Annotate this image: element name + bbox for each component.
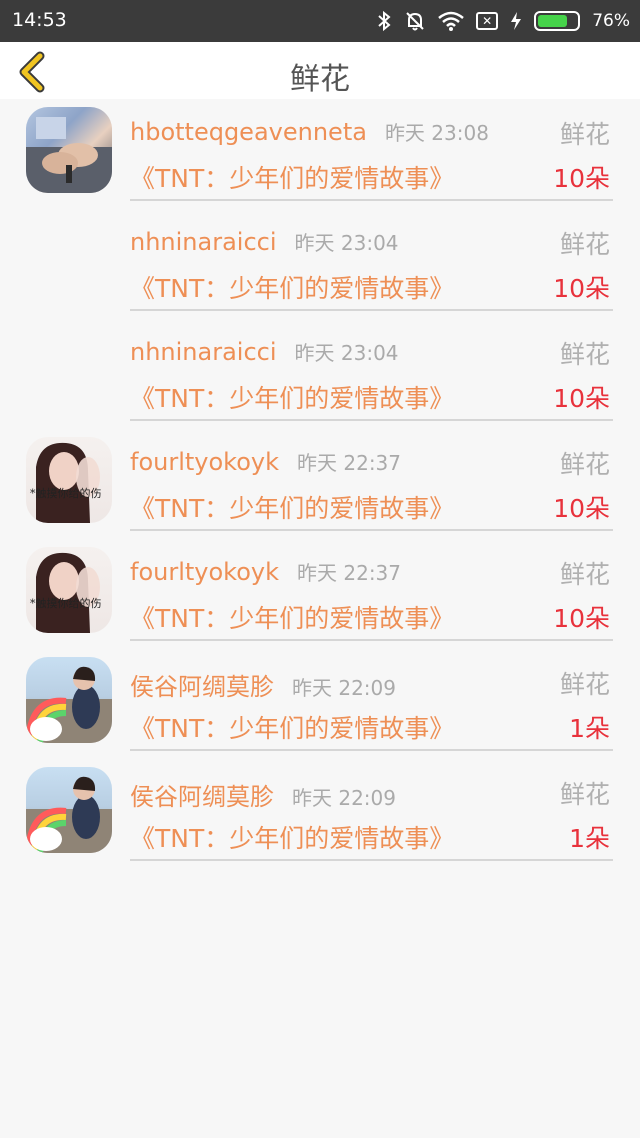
- rainbow-photo-image: [26, 666, 112, 743]
- divider: [130, 749, 613, 751]
- avatar-caption: *触摸你给的伤: [30, 487, 102, 500]
- send-time: 昨天 22:09: [292, 676, 396, 700]
- gift-count: 1朵: [569, 714, 610, 743]
- book-title[interactable]: 《TNT：少年们的爱情故事》: [130, 379, 454, 415]
- list-item[interactable]: nhninaraicci 昨天 23:04 鲜花 《TNT：少年们的爱情故事》 1…: [0, 209, 640, 319]
- sender-name[interactable]: fourltyokoyk 昨天 22:37: [130, 447, 401, 476]
- book-title[interactable]: 《TNT：少年们的爱情故事》: [130, 269, 454, 305]
- gift-type: 鲜花: [559, 780, 610, 809]
- sender-name-text[interactable]: nhninaraicci: [130, 338, 277, 366]
- send-time: 昨天 23:04: [294, 231, 399, 255]
- charging-icon: [510, 11, 522, 31]
- divider: [130, 529, 613, 531]
- gift-record-list: hbotteqgeavenneta 昨天 23:08 鲜花 《TNT：少年们的爱情…: [0, 99, 640, 869]
- send-time: 昨天 23:08: [384, 121, 489, 145]
- send-time: 昨天 22:09: [292, 786, 396, 810]
- gift-type: 鲜花: [559, 560, 610, 589]
- list-item[interactable]: nhninaraicci 昨天 23:04 鲜花 《TNT：少年们的爱情故事》 1…: [0, 319, 640, 429]
- book-title[interactable]: 《TNT：少年们的爱情故事》: [130, 819, 454, 855]
- send-time: 昨天 22:37: [297, 451, 402, 475]
- gift-count: 10朵: [553, 604, 610, 633]
- gift-count: 10朵: [553, 274, 610, 303]
- sim-icon: ✕: [476, 12, 499, 30]
- list-item[interactable]: 侯谷阿绸莫胗 昨天 22:09 鲜花 《TNT：少年们的爱情故事》 1朵: [0, 649, 640, 759]
- bluetooth-icon: [376, 10, 392, 32]
- send-time: 昨天 23:04: [294, 341, 399, 365]
- rainbow-photo-image: [26, 776, 112, 853]
- girl-photo-image: [36, 552, 100, 633]
- gift-type: 鲜花: [559, 340, 610, 369]
- gift-type: 鲜花: [559, 670, 610, 699]
- gift-count: 10朵: [553, 494, 610, 523]
- divider: [130, 309, 613, 311]
- sender-name-text[interactable]: 侯谷阿绸莫胗: [130, 783, 274, 811]
- sender-name-text[interactable]: fourltyokoyk: [130, 448, 279, 476]
- avatar[interactable]: *触摸你给的伤: [26, 547, 112, 633]
- gift-type: 鲜花: [559, 230, 610, 259]
- sender-name[interactable]: nhninaraicci 昨天 23:04: [130, 227, 399, 256]
- gift-type: 鲜花: [559, 120, 610, 149]
- battery-icon: [534, 11, 581, 31]
- app-header: 鲜花: [0, 42, 640, 99]
- battery-percent: 76%: [592, 11, 630, 31]
- avatar[interactable]: [26, 657, 112, 743]
- avatar[interactable]: [26, 107, 112, 193]
- divider: [130, 199, 613, 201]
- girl-photo-image: [36, 442, 100, 523]
- divider: [130, 859, 613, 861]
- list-item[interactable]: 侯谷阿绸莫胗 昨天 22:09 鲜花 《TNT：少年们的爱情故事》 1朵: [0, 759, 640, 869]
- avatar[interactable]: [26, 767, 112, 853]
- divider: [130, 419, 613, 421]
- gift-count: 1朵: [569, 824, 610, 853]
- gift-count: 10朵: [553, 384, 610, 413]
- book-title[interactable]: 《TNT：少年们的爱情故事》: [130, 489, 454, 525]
- list-item[interactable]: *触摸你给的伤 fourltyokoyk 昨天 22:37 鲜花 《TNT：少年们…: [0, 429, 640, 539]
- gift-count: 10朵: [553, 164, 610, 193]
- wifi-icon: [438, 11, 465, 31]
- hand-photo-image: [26, 117, 112, 193]
- list-item[interactable]: hbotteqgeavenneta 昨天 23:08 鲜花 《TNT：少年们的爱情…: [0, 99, 640, 209]
- mute-bell-icon: [404, 10, 426, 32]
- sender-name-text[interactable]: nhninaraicci: [130, 228, 277, 256]
- book-title[interactable]: 《TNT：少年们的爱情故事》: [130, 599, 454, 635]
- status-time: 14:53: [12, 9, 67, 31]
- gift-type: 鲜花: [559, 450, 610, 479]
- avatar[interactable]: *触摸你给的伤: [26, 437, 112, 523]
- sender-name-text[interactable]: fourltyokoyk: [130, 558, 279, 586]
- sender-name[interactable]: 侯谷阿绸莫胗 昨天 22:09: [130, 667, 396, 702]
- sender-name-text[interactable]: 侯谷阿绸莫胗: [130, 673, 274, 701]
- book-title[interactable]: 《TNT：少年们的爱情故事》: [130, 159, 454, 195]
- book-title[interactable]: 《TNT：少年们的爱情故事》: [130, 709, 454, 745]
- sender-name[interactable]: hbotteqgeavenneta 昨天 23:08: [130, 117, 489, 146]
- sender-name-text[interactable]: hbotteqgeavenneta: [130, 118, 367, 146]
- send-time: 昨天 22:37: [297, 561, 402, 585]
- sender-name[interactable]: nhninaraicci 昨天 23:04: [130, 337, 399, 366]
- page-title: 鲜花: [290, 62, 350, 97]
- list-item[interactable]: *触摸你给的伤 fourltyokoyk 昨天 22:37 鲜花 《TNT：少年们…: [0, 539, 640, 649]
- divider: [130, 639, 613, 641]
- status-icons: ✕ 76%: [376, 6, 630, 36]
- avatar-caption: *触摸你给的伤: [30, 597, 102, 610]
- sender-name[interactable]: 侯谷阿绸莫胗 昨天 22:09: [130, 777, 396, 812]
- sender-name[interactable]: fourltyokoyk 昨天 22:37: [130, 557, 401, 586]
- status-bar: 14:53 ✕ 76%: [0, 0, 640, 42]
- battery-fill: [538, 15, 568, 27]
